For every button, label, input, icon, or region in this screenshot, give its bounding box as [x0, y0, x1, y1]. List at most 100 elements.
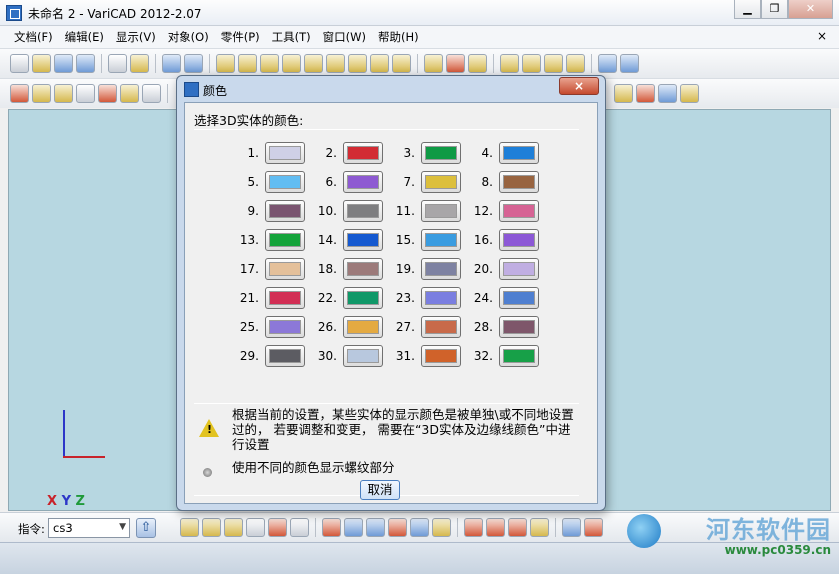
dialog-close-button[interactable]: ×	[559, 77, 599, 95]
copy-icon[interactable]	[108, 54, 127, 73]
color-swatch-button[interactable]	[421, 228, 461, 251]
link-icon[interactable]	[366, 518, 385, 537]
save-all-icon[interactable]	[76, 54, 95, 73]
color-swatch-button[interactable]	[343, 170, 383, 193]
menu-help[interactable]: 帮助(H)	[372, 29, 425, 45]
color-swatch-button[interactable]	[343, 228, 383, 251]
half-sphere-icon[interactable]	[392, 54, 411, 73]
grid-snap-icon[interactable]	[410, 518, 429, 537]
layer-icon[interactable]	[464, 518, 483, 537]
color-swatch-button[interactable]	[343, 315, 383, 338]
check-icon[interactable]	[388, 518, 407, 537]
color-swatch-button[interactable]	[421, 141, 461, 164]
restore-button[interactable]: ❐	[761, 0, 788, 19]
text-icon[interactable]	[76, 84, 95, 103]
color-swatch-button[interactable]	[265, 141, 305, 164]
color-swatch-button[interactable]	[499, 257, 539, 280]
cancel-button[interactable]: 取消	[360, 480, 400, 500]
color-swatch-button[interactable]	[421, 315, 461, 338]
frame-view-icon[interactable]	[268, 518, 287, 537]
color-swatch-button[interactable]	[499, 141, 539, 164]
chamfer-icon[interactable]	[500, 54, 519, 73]
color-swatch-button[interactable]	[265, 344, 305, 367]
menu-view[interactable]: 显示(V)	[110, 29, 162, 45]
color-swatch-button[interactable]	[499, 228, 539, 251]
cone-solid-icon[interactable]	[282, 54, 301, 73]
thread-color-radio[interactable]	[203, 468, 212, 477]
revolve-icon[interactable]	[446, 54, 465, 73]
boolean-add-icon[interactable]	[598, 54, 617, 73]
new-file-icon[interactable]	[10, 54, 29, 73]
render-close-icon[interactable]	[584, 518, 603, 537]
color-swatch-button[interactable]	[499, 199, 539, 222]
elbow-solid-icon[interactable]	[370, 54, 389, 73]
boolean-cut-icon[interactable]	[620, 54, 639, 73]
redo-icon[interactable]	[184, 54, 203, 73]
corner-view-icon[interactable]	[224, 518, 243, 537]
color-swatch-button[interactable]	[343, 141, 383, 164]
assembly-icon[interactable]	[322, 518, 341, 537]
color-swatch-button[interactable]	[421, 344, 461, 367]
color-swatch-button[interactable]	[499, 286, 539, 309]
layer-list-icon[interactable]	[486, 518, 505, 537]
command-input[interactable]: cs3 ▼	[48, 518, 130, 538]
print-icon[interactable]	[530, 518, 549, 537]
menu-window[interactable]: 窗口(W)	[317, 29, 372, 45]
paste-icon[interactable]	[130, 54, 149, 73]
color-swatch-button[interactable]	[421, 199, 461, 222]
loft-icon[interactable]	[468, 54, 487, 73]
color-swatch-button[interactable]	[343, 257, 383, 280]
color-swatch-button[interactable]	[265, 315, 305, 338]
chevron-down-icon[interactable]: ▼	[119, 522, 126, 532]
undo-icon[interactable]	[162, 54, 181, 73]
render-icon[interactable]	[562, 518, 581, 537]
open-file-icon[interactable]	[32, 54, 51, 73]
box-view-icon[interactable]	[180, 518, 199, 537]
color-swatch-button[interactable]	[421, 286, 461, 309]
layer-table-icon[interactable]	[508, 518, 527, 537]
color-swatch-button[interactable]	[499, 315, 539, 338]
color-swatch-button[interactable]	[265, 170, 305, 193]
profile-view-icon[interactable]	[202, 518, 221, 537]
document-close-icon[interactable]: ×	[817, 29, 827, 43]
save-icon[interactable]	[54, 54, 73, 73]
color-swatch-button[interactable]	[421, 170, 461, 193]
color-swatch-button[interactable]	[343, 286, 383, 309]
connect-icon[interactable]	[344, 518, 363, 537]
help-query-icon[interactable]	[636, 84, 655, 103]
sphere-solid-icon[interactable]	[304, 54, 323, 73]
color-swatch-button[interactable]	[343, 199, 383, 222]
extrude-icon[interactable]	[424, 54, 443, 73]
move-icon[interactable]	[54, 84, 73, 103]
minimize-button[interactable]: ▁	[734, 0, 761, 19]
section-view-icon[interactable]	[246, 518, 265, 537]
color-swatch-button[interactable]	[265, 257, 305, 280]
prism-solid-icon[interactable]	[260, 54, 279, 73]
color-swatch-button[interactable]	[421, 257, 461, 280]
color-swatch-button[interactable]	[343, 344, 383, 367]
menu-tools[interactable]: 工具(T)	[266, 29, 317, 45]
side-view-icon[interactable]	[290, 518, 309, 537]
sweep-icon[interactable]	[566, 54, 585, 73]
anchor-icon[interactable]	[120, 84, 139, 103]
color-swatch-button[interactable]	[499, 170, 539, 193]
box-solid-icon[interactable]	[216, 54, 235, 73]
tube-solid-icon[interactable]	[326, 54, 345, 73]
close-window-button[interactable]: ✕	[788, 0, 833, 19]
dimension-icon[interactable]	[142, 84, 161, 103]
delete-icon[interactable]	[10, 84, 29, 103]
color-swatch-button[interactable]	[265, 286, 305, 309]
properties-icon[interactable]	[680, 84, 699, 103]
transform-icon[interactable]	[32, 84, 51, 103]
menu-object[interactable]: 对象(O)	[162, 29, 215, 45]
query-icon[interactable]	[614, 84, 633, 103]
menu-edit[interactable]: 编辑(E)	[59, 29, 110, 45]
measure-icon[interactable]	[658, 84, 677, 103]
twist-icon[interactable]	[544, 54, 563, 73]
color-swatch-button[interactable]	[265, 199, 305, 222]
cylinder-solid-icon[interactable]	[238, 54, 257, 73]
fillet-icon[interactable]	[522, 54, 541, 73]
color-swatch-button[interactable]	[265, 228, 305, 251]
attach-icon[interactable]	[98, 84, 117, 103]
upload-icon[interactable]: ⇧	[136, 518, 156, 538]
